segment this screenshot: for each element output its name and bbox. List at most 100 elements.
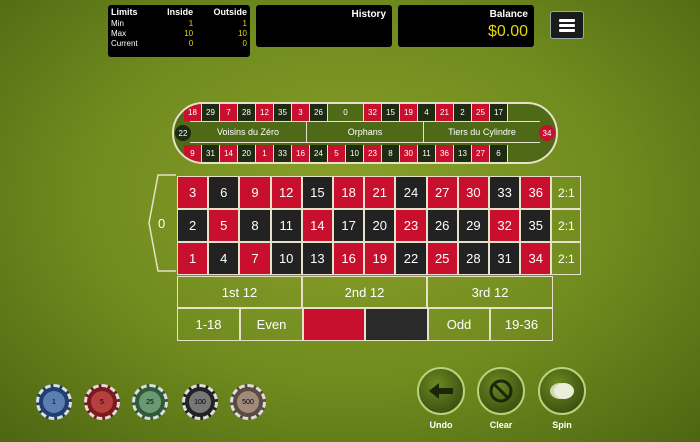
- number-1-bet[interactable]: 1: [177, 242, 209, 275]
- racetrack-number[interactable]: 4: [418, 104, 436, 121]
- racetrack-number[interactable]: 30: [400, 145, 418, 162]
- chip-500[interactable]: 500: [230, 384, 266, 420]
- number-2-bet[interactable]: 2: [177, 209, 209, 242]
- number-31-bet[interactable]: 31: [489, 242, 521, 275]
- dozen-2-bet[interactable]: 2nd 12: [302, 276, 427, 308]
- number-8-bet[interactable]: 8: [239, 209, 271, 242]
- number-20-bet[interactable]: 20: [364, 209, 396, 242]
- number-30-bet[interactable]: 30: [457, 176, 489, 209]
- number-3-bet[interactable]: 3: [177, 176, 209, 209]
- number-4-bet[interactable]: 4: [208, 242, 240, 275]
- racetrack-number[interactable]: 0: [328, 104, 364, 121]
- number-29-bet[interactable]: 29: [457, 209, 489, 242]
- column-2-bet[interactable]: 2:1: [551, 209, 582, 242]
- racetrack-number[interactable]: 26: [310, 104, 328, 121]
- orphans-bet[interactable]: Orphans: [307, 122, 424, 142]
- number-18-bet[interactable]: 18: [333, 176, 365, 209]
- number-21-bet[interactable]: 21: [364, 176, 396, 209]
- number-15-bet[interactable]: 15: [301, 176, 333, 209]
- racetrack-number[interactable]: 35: [274, 104, 292, 121]
- racetrack-number[interactable]: 32: [364, 104, 382, 121]
- chip-5[interactable]: 5: [84, 384, 120, 420]
- zero-bet[interactable]: 0: [148, 174, 176, 272]
- racetrack-number[interactable]: 22: [175, 125, 191, 141]
- number-25-bet[interactable]: 25: [426, 242, 458, 275]
- racetrack-number[interactable]: 24: [310, 145, 328, 162]
- black-bet[interactable]: [365, 308, 428, 341]
- number-6-bet[interactable]: 6: [208, 176, 240, 209]
- menu-button[interactable]: [550, 11, 584, 39]
- racetrack-number[interactable]: 29: [202, 104, 220, 121]
- number-32-bet[interactable]: 32: [489, 209, 521, 242]
- number-14-bet[interactable]: 14: [301, 209, 333, 242]
- number-33-bet[interactable]: 33: [489, 176, 521, 209]
- racetrack-number[interactable]: 25: [472, 104, 490, 121]
- number-10-bet[interactable]: 10: [270, 242, 302, 275]
- racetrack-number[interactable]: 16: [292, 145, 310, 162]
- racetrack-number[interactable]: 34: [539, 125, 555, 141]
- number-24-bet[interactable]: 24: [395, 176, 427, 209]
- low-1-18-bet[interactable]: 1-18: [177, 308, 240, 341]
- racetrack-number[interactable]: 27: [472, 145, 490, 162]
- racetrack-number[interactable]: 10: [346, 145, 364, 162]
- chip-100[interactable]: 100: [182, 384, 218, 420]
- racetrack-number[interactable]: 17: [490, 104, 508, 121]
- even-bet[interactable]: Even: [240, 308, 303, 341]
- racetrack-number[interactable]: 2: [454, 104, 472, 121]
- number-11-bet[interactable]: 11: [270, 209, 302, 242]
- spin-button[interactable]: [538, 367, 586, 415]
- racetrack-number[interactable]: 12: [256, 104, 274, 121]
- racetrack-number[interactable]: 7: [220, 104, 238, 121]
- limit-outside-value: 1: [242, 19, 247, 28]
- clear-button[interactable]: [477, 367, 525, 415]
- racetrack-number[interactable]: 19: [400, 104, 418, 121]
- racetrack-number[interactable]: 23: [364, 145, 382, 162]
- racetrack-number[interactable]: 1: [256, 145, 274, 162]
- number-16-bet[interactable]: 16: [333, 242, 365, 275]
- racetrack-number[interactable]: 11: [418, 145, 436, 162]
- racetrack-number[interactable]: 3: [292, 104, 310, 121]
- number-5-bet[interactable]: 5: [208, 209, 240, 242]
- odd-bet[interactable]: Odd: [428, 308, 490, 341]
- racetrack-number[interactable]: 6: [490, 145, 508, 162]
- number-36-bet[interactable]: 36: [520, 176, 552, 209]
- dozen-3-bet[interactable]: 3rd 12: [427, 276, 553, 308]
- chip-25[interactable]: 25: [132, 384, 168, 420]
- column-3-bet[interactable]: 2:1: [551, 176, 582, 209]
- number-35-bet[interactable]: 35: [520, 209, 552, 242]
- racetrack-number[interactable]: 5: [328, 145, 346, 162]
- number-17-bet[interactable]: 17: [333, 209, 365, 242]
- chip-1[interactable]: 1: [36, 384, 72, 420]
- number-27-bet[interactable]: 27: [426, 176, 458, 209]
- number-28-bet[interactable]: 28: [457, 242, 489, 275]
- number-23-bet[interactable]: 23: [395, 209, 427, 242]
- tiers-du-cylindre-bet[interactable]: Tiers du Cylindre: [424, 122, 540, 142]
- racetrack-number[interactable]: 28: [238, 104, 256, 121]
- undo-button[interactable]: [417, 367, 465, 415]
- number-22-bet[interactable]: 22: [395, 242, 427, 275]
- racetrack-number[interactable]: 14: [220, 145, 238, 162]
- high-19-36-bet[interactable]: 19-36: [490, 308, 553, 341]
- racetrack-number[interactable]: 20: [238, 145, 256, 162]
- column-1-bet[interactable]: 2:1: [551, 242, 582, 275]
- number-9-bet[interactable]: 9: [239, 176, 271, 209]
- racetrack-number[interactable]: 36: [436, 145, 454, 162]
- number-34-bet[interactable]: 34: [520, 242, 552, 275]
- racetrack-number[interactable]: 21: [436, 104, 454, 121]
- limit-inside-value: 10: [184, 29, 194, 38]
- racetrack-number[interactable]: 13: [454, 145, 472, 162]
- racetrack-number[interactable]: 15: [382, 104, 400, 121]
- number-12-bet[interactable]: 12: [270, 176, 302, 209]
- red-bet[interactable]: [303, 308, 365, 341]
- racetrack-number[interactable]: 33: [274, 145, 292, 162]
- dozen-1-bet[interactable]: 1st 12: [177, 276, 302, 308]
- racetrack-number[interactable]: 9: [184, 145, 202, 162]
- number-7-bet[interactable]: 7: [239, 242, 271, 275]
- number-19-bet[interactable]: 19: [364, 242, 396, 275]
- voisins-du-zero-bet[interactable]: Voisins du Zéro: [190, 122, 307, 142]
- racetrack-number[interactable]: 31: [202, 145, 220, 162]
- racetrack-number[interactable]: 8: [382, 145, 400, 162]
- number-13-bet[interactable]: 13: [301, 242, 333, 275]
- number-26-bet[interactable]: 26: [426, 209, 458, 242]
- racetrack-number[interactable]: 18: [184, 104, 202, 121]
